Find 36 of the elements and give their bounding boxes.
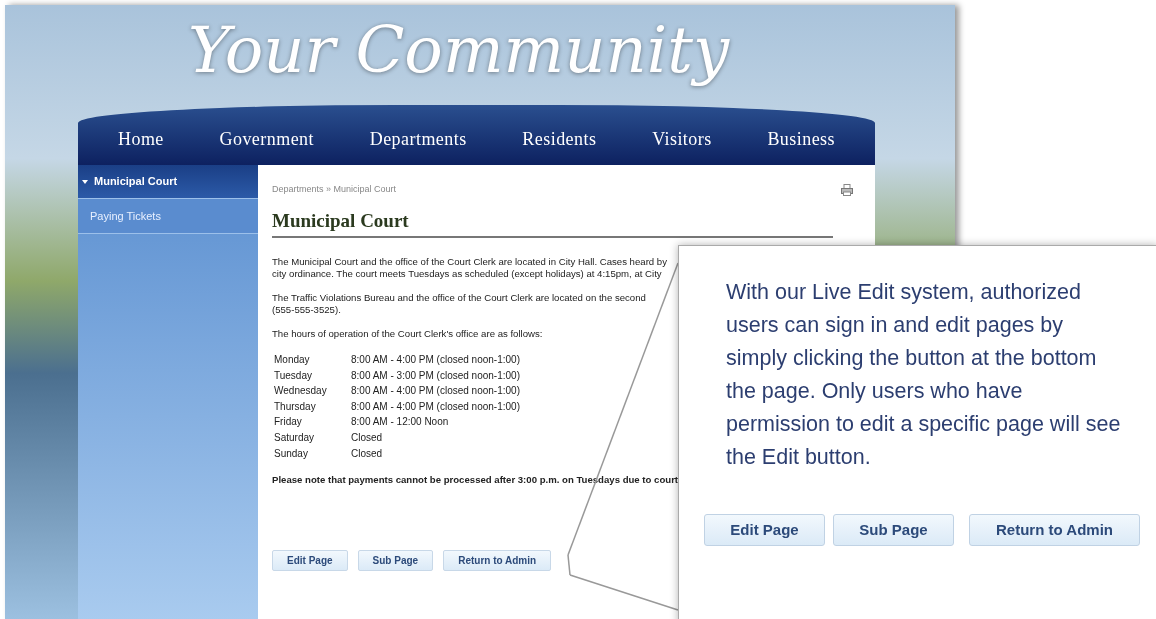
page-button[interactable]: Edit Page [272,549,348,571]
day-label: Friday [274,415,303,430]
day-label: Monday [274,353,311,367]
callout-button[interactable]: Edit Page [704,514,825,546]
hours-text: Closed [351,430,383,445]
day-label: Tuesday [274,368,313,383]
day-label: Wednesday [274,384,328,399]
hours-text: 8:00 AM - 4:00 PM (closed noon-1:00) [351,384,520,399]
nav-link[interactable]: Departments [369,125,467,153]
page-button[interactable]: Sub Page [357,549,434,571]
paragraph: The hours of operation of the Court Clerk's office are as follows: [272,328,543,340]
breadcrumb: Departments » Municipal Court [272,183,397,196]
day-label: Sunday [274,446,309,461]
day-label: Saturday [274,430,316,445]
callout-text: With our Live Edit system, authorized users can sign in and edit pages by simply clicking the button at the bottom the page. Only users who have permission to edit a specific page will see the Edit button. [726,279,1121,471]
hours-text: 8:00 AM - 4:00 PM (closed noon-1:00) [351,353,520,367]
day-label: Thursday [274,399,317,414]
hours-text: Closed [351,446,383,461]
nav-link[interactable]: Residents [522,125,597,153]
hours-text: 8:00 AM - 3:00 PM (closed noon-1:00) [351,368,520,383]
nav-link[interactable]: Government [219,125,314,153]
caret-icon [82,179,88,184]
callout-button[interactable]: Return to Admin [969,514,1140,546]
paragraph: The Traffic Violations Bureau and the office of the Court Clerk are located on the second (555-555-3525). [272,292,646,316]
print-icon[interactable] [841,183,853,196]
nav-link[interactable]: Visitors [652,125,712,153]
nav-link[interactable]: Business [767,125,835,153]
hours-text: 8:00 AM - 12:00 Noon [351,415,449,430]
hours-text: 8:00 AM - 4:00 PM (closed noon-1:00) [351,399,520,414]
page-button[interactable]: Return to Admin [443,549,552,571]
nav-link[interactable]: Home [118,125,164,153]
page-title: Municipal Court [272,206,833,238]
callout-button[interactable]: Sub Page [833,514,954,546]
payment-note: Please note that payments cannot be processed after 3:00 p.m. on Tuesdays due to court [272,473,679,488]
paragraph: The Municipal Court and the office of the Court Clerk are located in City Hall. Cases heard by city ordinance. The court meets Tuesdays as scheduled (except holidays) at 4:15pm, at City [272,256,667,280]
sidebar-item[interactable]: Municipal Court [78,165,258,199]
